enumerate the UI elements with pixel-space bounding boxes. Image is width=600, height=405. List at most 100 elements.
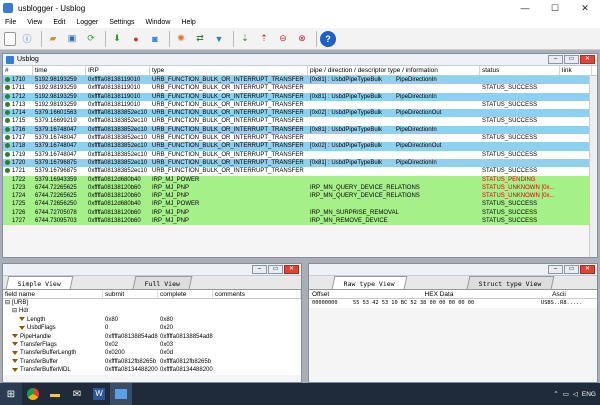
tab-simple-view[interactable]: Simple View [5,276,74,289]
col-comments[interactable]: comments [213,290,301,298]
log-row[interactable]: 1719 5379.16748047 0xffffa081383852ec10 URB… [3,150,597,159]
col-type[interactable]: type [150,66,308,75]
open-folder-icon[interactable]: ▰ [45,31,61,47]
log-row[interactable]: 1715 5379.16699219 0xffffa081383852ec10 URB… [3,117,597,126]
child-minimize-button[interactable]: – [548,55,563,64]
status-dot-icon [5,101,10,107]
tray-chevron-icon[interactable]: ⌃ [553,390,558,398]
usb-remove-icon[interactable]: ⊖ [275,31,291,47]
child-close-button[interactable]: ✕ [284,265,299,274]
collapse-icon[interactable]: ⊟ [12,308,17,314]
child-minimize-button[interactable]: – [548,265,563,274]
tree-row[interactable]: PipeHandle 0xffffa08138854ad8 0xffffa08138… [3,332,301,341]
log-row[interactable]: 1726 6744.72705078 0xffffa08138120b60 IRP_M… [3,208,597,218]
volume-icon[interactable]: ◁ [573,390,578,398]
log-row[interactable]: 1711 5192.98193259 0xffffa08138119010 URB_F… [3,84,597,93]
menu-file[interactable]: File [0,19,22,26]
child-restore-button[interactable]: ▭ [268,265,283,274]
col-pipe[interactable]: pipe / direction / descriptor type / inf… [308,66,480,75]
refresh-icon[interactable]: ⟳ [83,31,99,47]
col-submit[interactable]: submit [103,290,158,298]
child-restore-button[interactable]: ▭ [564,265,579,274]
hex-row[interactable]: 00000000 55 53 42 53 10 BC 52 38 00 00 0… [309,299,597,308]
log-row[interactable]: 1724 6744.72265625 0xffffa08138120b60 IRP_M… [3,192,597,201]
tree-row[interactable]: Length 0x80 0x80 [3,315,301,325]
log-row[interactable]: 1714 5379.16601563 0xffffa081383852ec10 URB… [3,109,597,118]
info-icon[interactable]: ⓘ [19,31,35,47]
tree-row[interactable]: ⊟ [URB] [3,299,301,308]
network-icon[interactable]: ▭ [563,390,569,398]
menu-logger[interactable]: Logger [71,19,104,26]
field-icon [12,367,18,372]
log-link [560,93,592,101]
usblogger-icon[interactable] [110,383,132,405]
log-row[interactable]: 1713 5192.98193259 0xffffa08138119010 URB_F… [3,100,597,110]
download-icon[interactable]: ⬇ [109,31,125,47]
tree-row[interactable]: TransferFlags 0x02 0x03 [3,340,301,350]
settings-wheel-icon[interactable]: ✺ [173,31,189,47]
log-scrollbar[interactable] [589,76,597,257]
col-field-name[interactable]: field name [3,290,103,298]
new-doc-icon[interactable] [4,31,16,46]
log-row[interactable]: 1725 6744.72656250 0xffffa0812d680b40 IRP_M… [3,200,597,209]
log-row[interactable]: 1710 5192.98193259 0xffffa08138119010 URB_F… [3,76,597,85]
log-row[interactable]: 1720 5379.16796875 0xffffa081383852ec10 URB… [3,158,597,168]
tab-struct-type-view[interactable]: Struct type View [466,276,554,289]
tree-row[interactable]: TransferBuffer 0xffffa0812fb8265b 0xffffa0… [3,357,301,367]
chrome-icon[interactable] [22,383,44,405]
start-button[interactable]: ⊞ [0,383,22,405]
log-row[interactable]: 1727 6744.73095703 0xffffa08138120b60 IRP_M… [3,217,597,226]
tree-row[interactable]: ⊟ Hdr [3,307,301,316]
maximize-button[interactable]: ☐ [540,0,570,16]
tree-complete: 0xffffa08134488200 [160,367,213,374]
tree-row[interactable]: TransferBufferMDL 0xffffa08134488200 0xfff… [3,366,301,375]
menu-edit[interactable]: Edit [48,19,71,26]
log-row[interactable]: 1723 6744.72265625 0xffffa08138120b60 IRP_M… [3,183,597,193]
log-row[interactable]: 1722 5379.16943359 0xffffa0812d680b40 IRP_M… [3,175,597,184]
menu-view[interactable]: View [22,19,48,26]
save-icon[interactable]: ▣ [64,31,80,47]
child-close-button[interactable]: ✕ [580,55,595,64]
help-icon[interactable]: ? [320,30,336,47]
filter-icon[interactable]: ▼ [211,31,227,47]
tree-submit: 0x0200 [105,350,125,357]
toolbar: ⓘ ▰ ▣ ⟳ ⬇ ● ◙ ✺ ⇄ ▼ ⇣ ⇡ ⊖ ⊗ ? [0,28,600,50]
col-link[interactable]: link [560,66,592,75]
tab-raw-type-view[interactable]: Raw type View [331,276,408,289]
col-num[interactable]: # [3,66,33,75]
minimize-button[interactable]: — [510,0,540,16]
log-irp: 0xffffa081383852ec10 [88,110,148,117]
tree-row[interactable]: TransferBufferLength 0x0200 0x0d [3,349,301,358]
log-row[interactable]: 1721 5379.16796875 0xffffa081383852ec10 URB… [3,167,597,176]
menu-help[interactable]: Help [176,19,201,26]
language-indicator[interactable]: ENG [582,391,596,398]
stop-record-icon[interactable]: ● [128,31,144,47]
usb-unplug-icon[interactable]: ⊗ [294,31,310,47]
col-status[interactable]: status [480,66,560,75]
tree-complete: 0x80 [160,316,174,323]
word-icon[interactable]: W [88,383,110,405]
log-row[interactable]: 1717 5379.16748047 0xffffa081383852ec10 URB… [3,134,597,143]
menu-settings[interactable]: Settings [104,19,140,26]
child-restore-button[interactable]: ▭ [564,55,579,64]
tree-row[interactable]: UsbdFlags 0 0x20 [3,324,301,333]
child-close-button[interactable]: ✕ [580,265,595,274]
collapse-icon[interactable]: ⊟ [5,300,10,306]
mail-icon[interactable]: ✉ [66,383,88,405]
log-row[interactable]: 1716 5379.16748047 0xffffa081383852ec10 URB… [3,125,597,135]
col-irp[interactable]: IRP [86,66,150,75]
close-button[interactable]: ✕ [570,0,600,16]
usb-plug-in-icon[interactable]: ⇣ [237,31,253,47]
log-irp: 0xffffa0812d680b40 [88,176,141,183]
tab-full-view[interactable]: Full View [132,276,193,289]
file-explorer-icon[interactable]: ▬ [44,383,66,405]
col-time[interactable]: time [33,66,86,75]
col-complete[interactable]: complete [158,290,213,298]
log-row[interactable]: 1718 5379.16748047 0xffffa081383852ec10 URB… [3,142,597,151]
sync-icon[interactable]: ⇄ [192,31,208,47]
usb-device-icon[interactable]: ⇡ [256,31,272,47]
log-row[interactable]: 1712 5192.98193259 0xffffa08138119010 URB_F… [3,92,597,101]
child-minimize-button[interactable]: – [252,265,267,274]
menu-window[interactable]: Window [140,19,176,26]
clear-icon[interactable]: ◙ [147,31,163,47]
